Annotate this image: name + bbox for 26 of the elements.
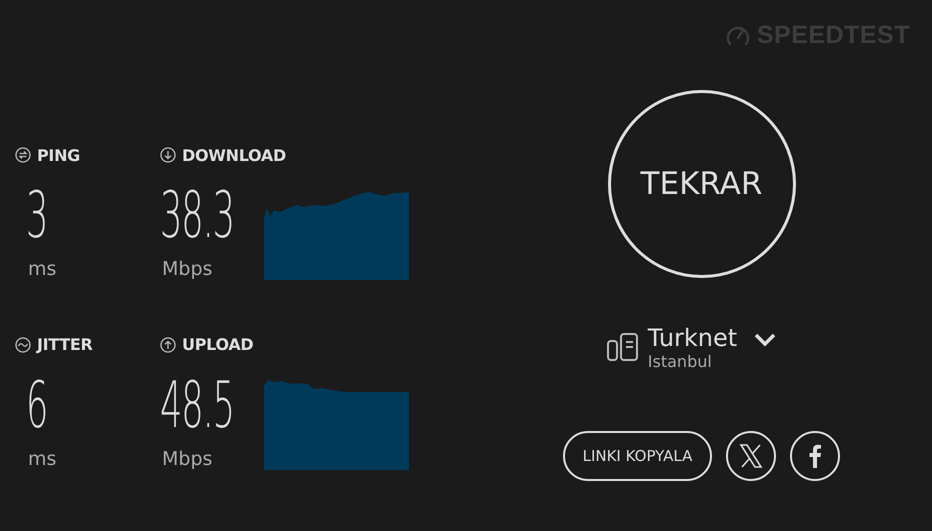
server-name: Turknet <box>648 324 738 352</box>
copy-link-button[interactable]: LINKI KOPYALA <box>562 431 712 481</box>
x-share-button[interactable] <box>726 431 776 481</box>
chevron-down-icon[interactable] <box>753 332 778 348</box>
wave-icon <box>15 336 31 352</box>
server-icon <box>606 332 640 362</box>
ping-icon <box>15 147 31 163</box>
restart-button[interactable]: TEKRAR <box>608 90 796 278</box>
metric-label: JITTER <box>37 335 93 354</box>
metric-label: DOWNLOAD <box>182 146 286 164</box>
facebook-icon <box>808 444 822 468</box>
metric-value: 6 <box>26 368 48 444</box>
download-icon <box>160 147 176 163</box>
x-logo-icon <box>738 443 764 469</box>
facebook-share-button[interactable] <box>790 431 840 481</box>
metric-unit: ms <box>28 448 56 470</box>
metric-value: 38.3 <box>160 178 234 254</box>
metric-unit: Mbps <box>162 448 212 470</box>
metric-unit: Mbps <box>162 258 212 280</box>
metric-unit: ms <box>28 258 56 280</box>
server-location: Istanbul <box>648 352 713 371</box>
metric-value: 3 <box>26 178 48 254</box>
metric-label: PING <box>37 146 80 164</box>
metric-label: UPLOAD <box>182 335 254 354</box>
metric-value: 48.5 <box>160 368 234 444</box>
upload-icon <box>160 336 176 352</box>
